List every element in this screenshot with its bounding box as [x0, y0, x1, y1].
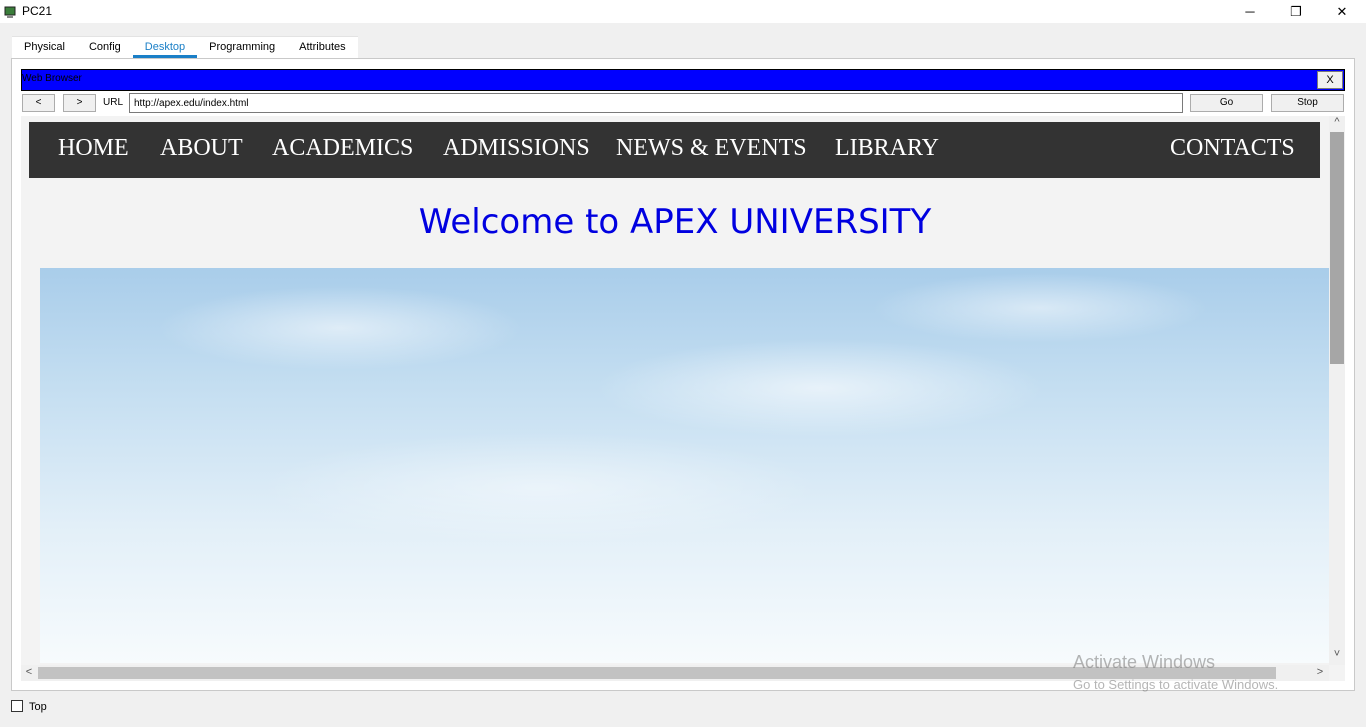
back-button[interactable]: < — [22, 94, 55, 112]
scroll-down-icon[interactable]: ˅ — [1329, 648, 1345, 660]
url-input[interactable] — [129, 93, 1183, 113]
nav-news-events-link[interactable]: NEWS & EVENTS — [616, 135, 807, 162]
web-browser-title: Web Browser — [22, 73, 82, 84]
activate-windows-hint: Go to Settings to activate Windows. — [1073, 677, 1279, 692]
nav-admissions-link[interactable]: ADMISSIONS — [443, 135, 590, 162]
go-button[interactable]: Go — [1190, 94, 1263, 112]
web-browser-close-button[interactable]: X — [1317, 71, 1343, 89]
close-icon: ✕ — [1336, 3, 1348, 19]
tab-desktop[interactable]: Desktop — [132, 36, 198, 58]
device-tabs: Physical Config Desktop Programming Attr… — [12, 36, 358, 58]
welcome-heading: Welcome to APEX UNIVERSITY — [418, 202, 932, 242]
restore-button[interactable]: ❐ — [1273, 0, 1319, 23]
site-navbar: HOME ABOUT ACADEMICS ADMISSIONS NEWS & E… — [29, 122, 1320, 178]
vertical-scrollbar[interactable]: ^ ˅ — [1329, 116, 1345, 665]
top-checkbox[interactable] — [11, 700, 23, 712]
forward-button[interactable]: > — [63, 94, 96, 112]
vertical-scroll-thumb[interactable] — [1330, 132, 1344, 364]
scroll-right-icon[interactable]: > — [1312, 666, 1328, 678]
nav-home-link[interactable]: HOME — [58, 135, 129, 162]
nav-about-link[interactable]: ABOUT — [160, 135, 243, 162]
window-titlebar: PC21 ─ ❐ ✕ — [0, 0, 1366, 23]
tab-attributes[interactable]: Attributes — [287, 36, 358, 58]
minimize-icon: ─ — [1245, 4, 1255, 19]
pc-app-icon — [4, 6, 16, 18]
browser-viewport: HOME ABOUT ACADEMICS ADMISSIONS NEWS & E… — [21, 116, 1345, 681]
activate-windows-watermark: Activate Windows — [1073, 652, 1216, 672]
nav-academics-link[interactable]: ACADEMICS — [272, 135, 413, 162]
window-title: PC21 — [22, 4, 53, 18]
nav-library-link[interactable]: LIBRARY — [835, 135, 939, 162]
scroll-left-icon[interactable]: < — [21, 666, 37, 678]
tab-programming[interactable]: Programming — [197, 36, 288, 58]
web-browser-titlebar: Web Browser X — [21, 69, 1345, 91]
top-checkbox-label: Top — [29, 701, 47, 713]
close-window-button[interactable]: ✕ — [1319, 0, 1365, 23]
scroll-up-icon[interactable]: ^ — [1329, 116, 1345, 128]
nav-contacts-link[interactable]: CONTACTS — [1170, 135, 1295, 162]
restore-icon: ❐ — [1290, 3, 1302, 19]
hero-sky-image — [40, 268, 1329, 663]
minimize-button[interactable]: ─ — [1227, 0, 1273, 23]
tab-config[interactable]: Config — [76, 36, 133, 58]
tab-physical[interactable]: Physical — [12, 36, 77, 58]
url-label: URL — [103, 97, 124, 108]
stop-button[interactable]: Stop — [1271, 94, 1344, 112]
